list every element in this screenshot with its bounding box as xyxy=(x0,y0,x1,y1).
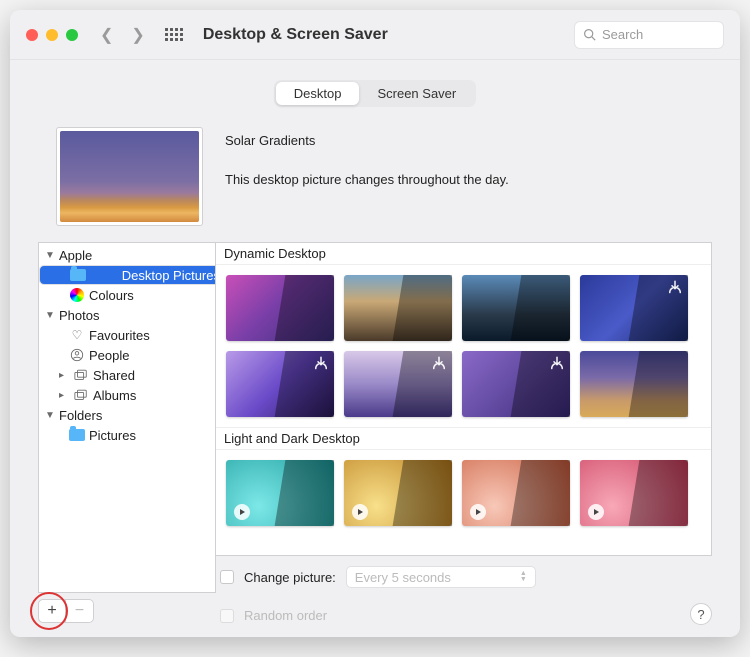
folder-icon xyxy=(69,427,85,443)
tree-item-favourites[interactable]: ♡ Favourites xyxy=(39,325,215,345)
options-footer: Change picture: Every 5 seconds ▲▼ Rando… xyxy=(216,556,712,623)
wallpaper-thumb[interactable] xyxy=(344,460,452,526)
heart-icon: ♡ xyxy=(69,327,85,343)
wallpaper-thumb[interactable] xyxy=(462,275,570,341)
albums-icon xyxy=(73,387,89,403)
play-icon xyxy=(352,504,368,520)
current-wallpaper-row: Solar Gradients This desktop picture cha… xyxy=(38,127,712,226)
chevron-right-icon: ▸ xyxy=(59,370,69,381)
colour-wheel-icon xyxy=(69,287,85,303)
wallpaper-name: Solar Gradients xyxy=(225,133,509,148)
play-icon xyxy=(588,504,604,520)
wallpaper-thumb[interactable] xyxy=(580,275,688,341)
tree-group-photos[interactable]: ▼ Photos xyxy=(39,305,215,325)
wallpaper-thumb[interactable] xyxy=(226,275,334,341)
shared-icon xyxy=(73,367,89,383)
chevron-right-icon: ▸ xyxy=(59,390,69,401)
window-title: Desktop & Screen Saver xyxy=(203,26,560,44)
tree-item-people[interactable]: People xyxy=(39,345,215,365)
traffic-lights xyxy=(26,29,78,41)
content: Desktop Screen Saver Solar Gradients Thi… xyxy=(10,60,740,637)
source-tree: ▼ Apple Desktop Pictures Colours ▼ Ph xyxy=(38,242,216,593)
change-picture-checkbox[interactable] xyxy=(220,570,234,584)
play-icon xyxy=(234,504,250,520)
tab-switcher: Desktop Screen Saver xyxy=(274,80,476,107)
play-icon xyxy=(470,504,486,520)
wallpaper-thumb[interactable] xyxy=(344,351,452,417)
wallpaper-thumb[interactable] xyxy=(344,275,452,341)
close-button[interactable] xyxy=(26,29,38,41)
random-order-checkbox[interactable] xyxy=(220,609,234,623)
forward-button[interactable]: ❯ xyxy=(131,25,144,45)
remove-folder-button[interactable]: − xyxy=(66,599,94,623)
wallpaper-description: This desktop picture changes throughout … xyxy=(225,172,509,187)
change-interval-select[interactable]: Every 5 seconds ▲▼ xyxy=(346,566,536,588)
wallpaper-thumb[interactable] xyxy=(462,351,570,417)
back-button[interactable]: ❮ xyxy=(100,25,113,45)
wallpaper-thumb[interactable] xyxy=(462,460,570,526)
download-icon xyxy=(666,279,684,297)
tab-screensaver[interactable]: Screen Saver xyxy=(359,82,474,105)
download-icon xyxy=(548,355,566,373)
wallpaper-thumb[interactable] xyxy=(226,351,334,417)
download-icon xyxy=(430,355,448,373)
add-folder-button[interactable]: + xyxy=(38,599,66,623)
person-icon xyxy=(69,347,85,363)
help-button[interactable]: ? xyxy=(690,603,712,625)
wallpaper-thumb[interactable] xyxy=(226,460,334,526)
tree-item-albums[interactable]: ▸ Albums xyxy=(39,385,215,405)
section-light-dark: Light and Dark Desktop xyxy=(216,427,711,450)
tree-item-pictures[interactable]: Pictures xyxy=(39,425,215,445)
tree-item-desktop-pictures[interactable]: Desktop Pictures xyxy=(39,265,216,285)
search-input[interactable]: Search xyxy=(574,21,724,49)
chevron-down-icon: ▼ xyxy=(45,310,55,321)
minimize-button[interactable] xyxy=(46,29,58,41)
chevron-down-icon: ▼ xyxy=(45,410,55,421)
zoom-button[interactable] xyxy=(66,29,78,41)
wallpaper-thumb[interactable] xyxy=(580,351,688,417)
tree-item-shared[interactable]: ▸ Shared xyxy=(39,365,215,385)
tree-group-apple[interactable]: ▼ Apple xyxy=(39,245,215,265)
change-picture-label: Change picture: xyxy=(244,570,336,585)
search-icon xyxy=(583,28,596,41)
stepper-icon: ▲▼ xyxy=(520,571,527,583)
tree-item-colours[interactable]: Colours xyxy=(39,285,215,305)
download-icon xyxy=(312,355,330,373)
tree-group-folders[interactable]: ▼ Folders xyxy=(39,405,215,425)
preferences-window: ❮ ❯ Desktop & Screen Saver Search Deskto… xyxy=(10,10,740,637)
source-sidebar: ▼ Apple Desktop Pictures Colours ▼ Ph xyxy=(38,242,216,623)
wallpaper-thumb[interactable] xyxy=(580,460,688,526)
titlebar: ❮ ❯ Desktop & Screen Saver Search xyxy=(10,10,740,60)
wallpaper-thumbnail xyxy=(60,131,199,222)
wallpaper-gallery: Dynamic Desktop xyxy=(216,242,712,556)
folder-icon xyxy=(70,267,86,283)
section-dynamic-desktop: Dynamic Desktop xyxy=(216,243,711,265)
tab-desktop[interactable]: Desktop xyxy=(276,82,360,105)
random-order-label: Random order xyxy=(244,608,327,623)
nav-arrows: ❮ ❯ xyxy=(100,25,145,45)
chevron-down-icon: ▼ xyxy=(45,250,55,261)
current-wallpaper-preview xyxy=(56,127,203,226)
show-all-icon[interactable] xyxy=(165,28,183,41)
